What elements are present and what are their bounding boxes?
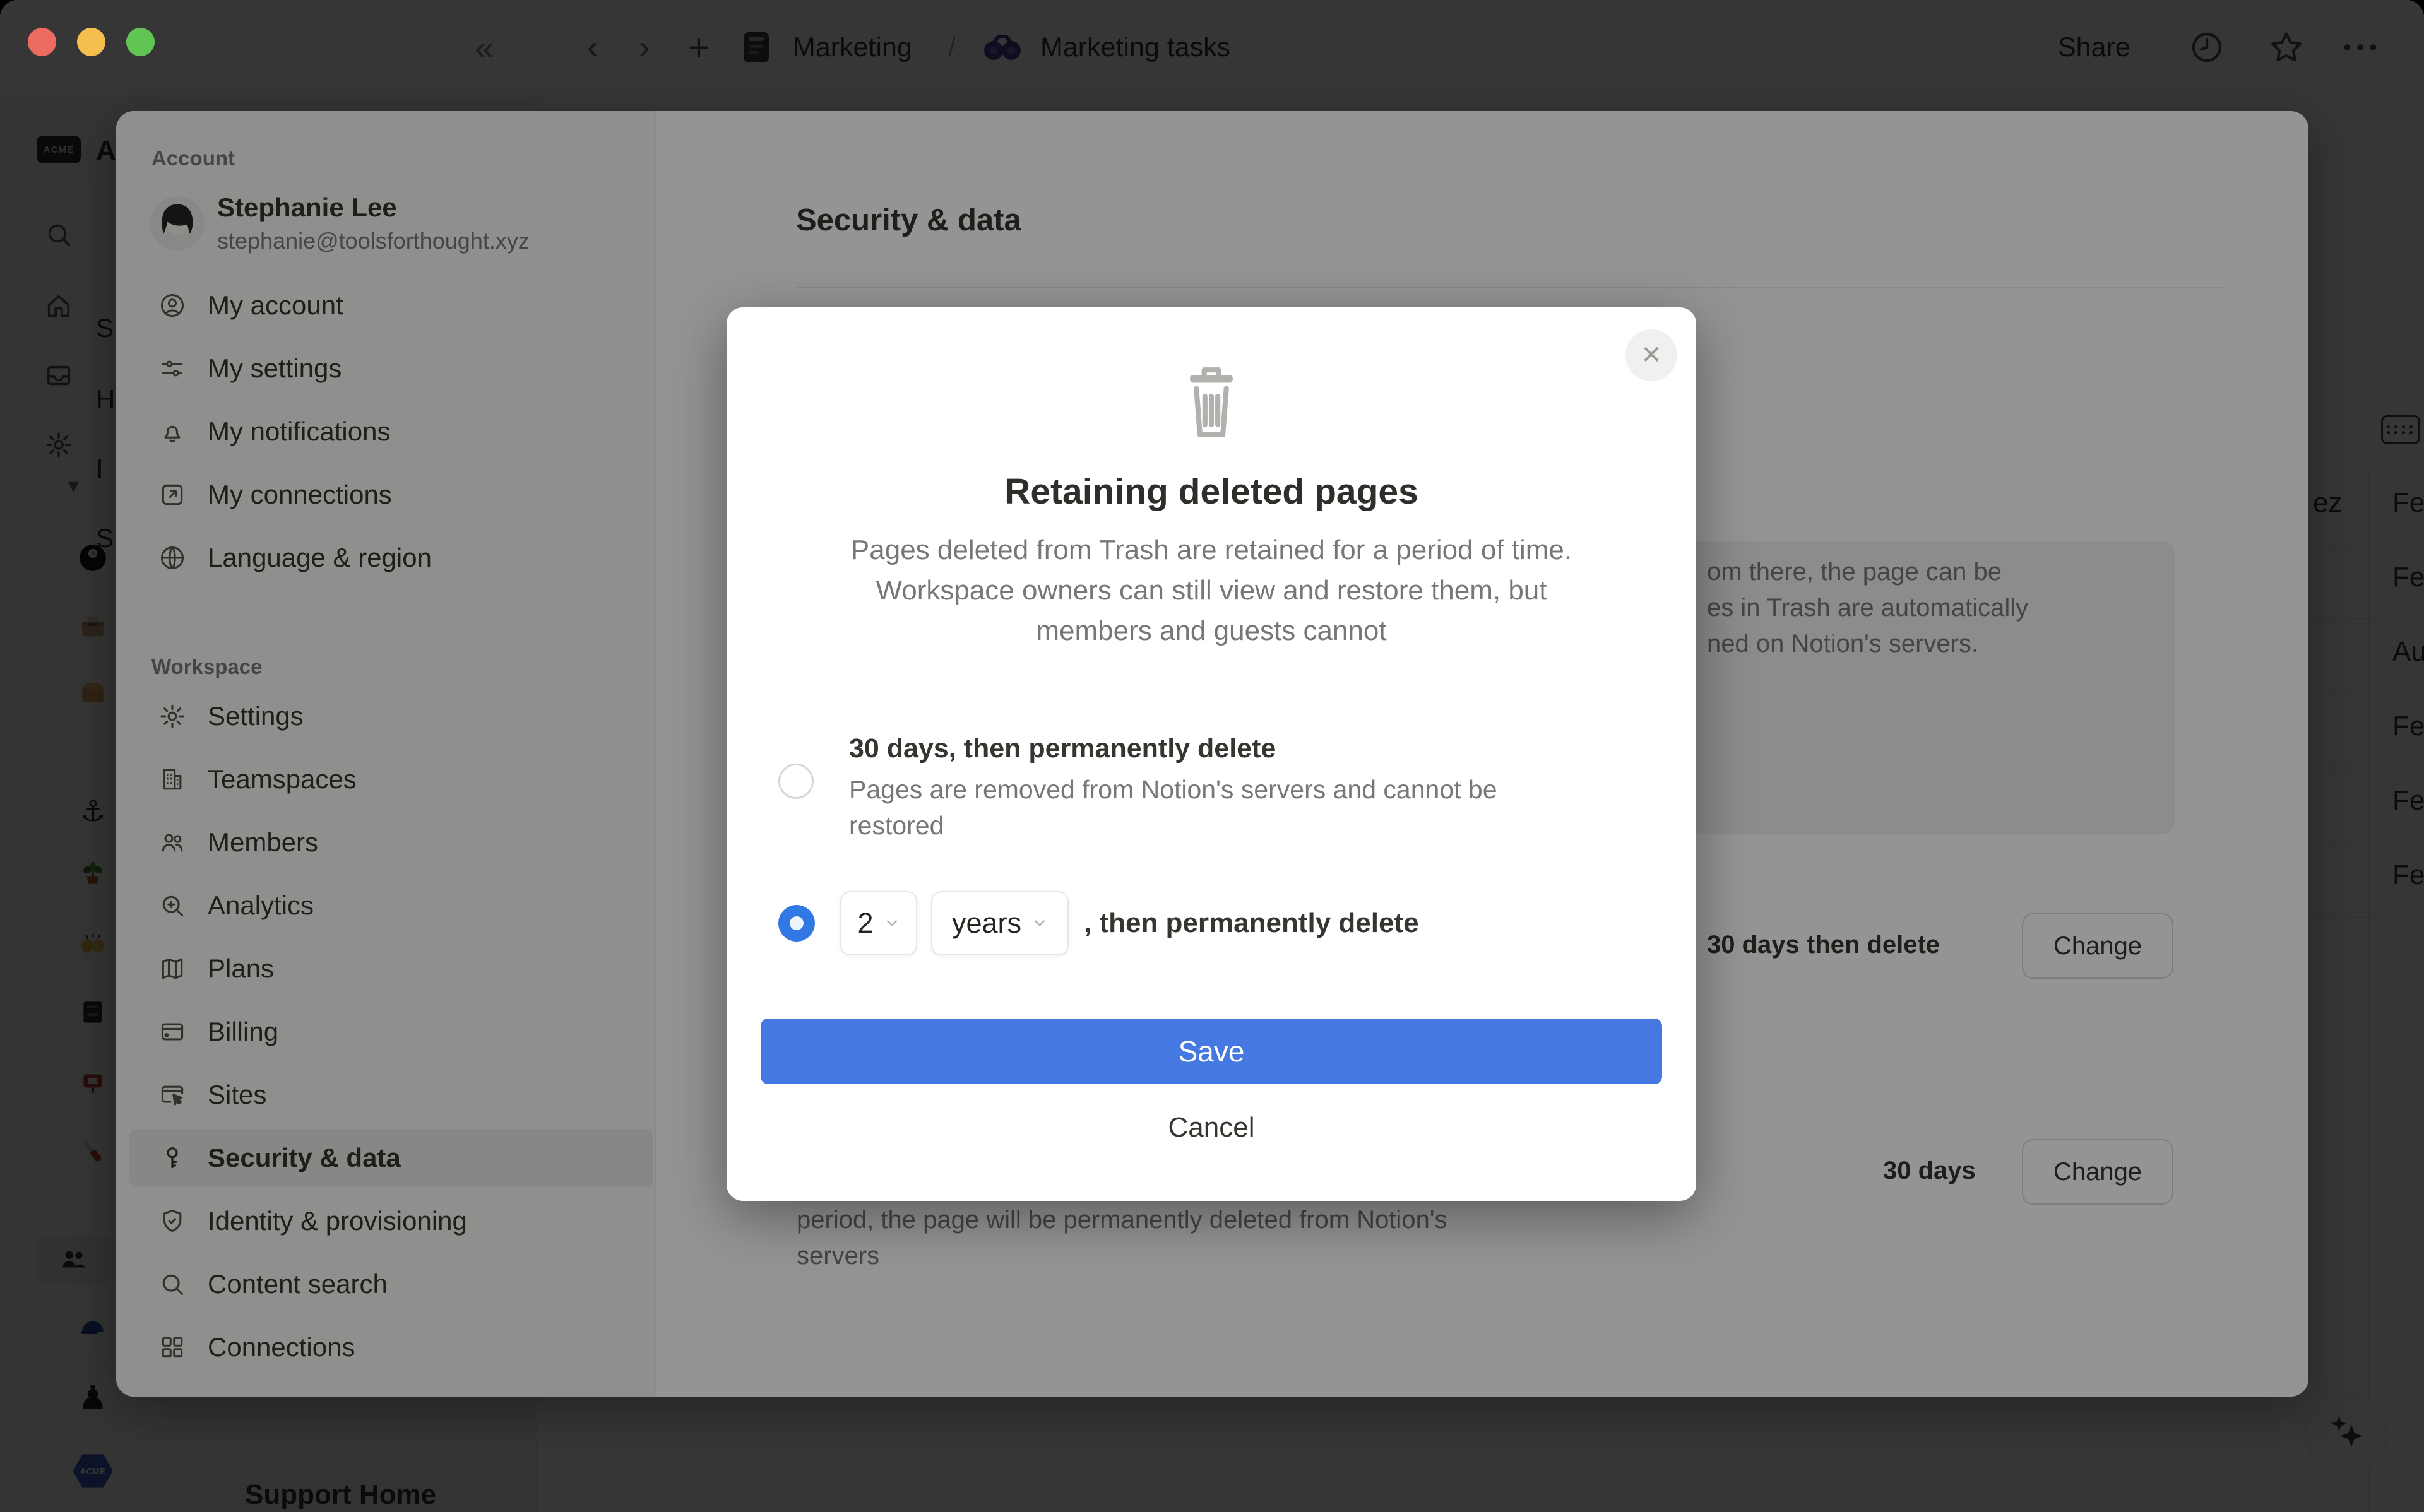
save-button[interactable]: Save [761,1019,1662,1084]
notion-window: « ‹ › + Marketing / Marketing tasks Shar… [0,0,2424,1512]
modal-description: Pages deleted from Trash are retained fo… [851,530,1572,651]
number-dropdown[interactable]: 2 [840,891,917,955]
radio-selected[interactable] [778,905,815,942]
close-window-button[interactable] [28,28,56,56]
retaining-deleted-pages-modal: ✕ Retaining deleted pages Pages deleted … [727,307,1696,1201]
option-30-days[interactable]: 30 days, then permanently delete Pages a… [727,733,1696,844]
chevron-down-icon [1031,915,1048,931]
radio-unselected[interactable] [778,764,814,799]
unit-dropdown[interactable]: years [931,891,1069,955]
cancel-button[interactable]: Cancel [1168,1112,1255,1143]
modal-title: Retaining deleted pages [1004,471,1418,512]
minimize-window-button[interactable] [77,28,105,56]
zoom-window-button[interactable] [126,28,155,56]
close-icon[interactable]: ✕ [1625,329,1677,381]
chevron-down-icon [884,915,900,931]
option-custom-period[interactable]: 2 years , then permanently delete [727,891,1696,955]
window-controls [28,28,155,56]
option-sublabel: Pages are removed from Notion's servers … [849,772,1497,844]
trash-icon [1176,363,1247,440]
option-suffix: , then permanently delete [1084,907,1419,939]
option-label: 30 days, then permanently delete [849,733,1497,764]
